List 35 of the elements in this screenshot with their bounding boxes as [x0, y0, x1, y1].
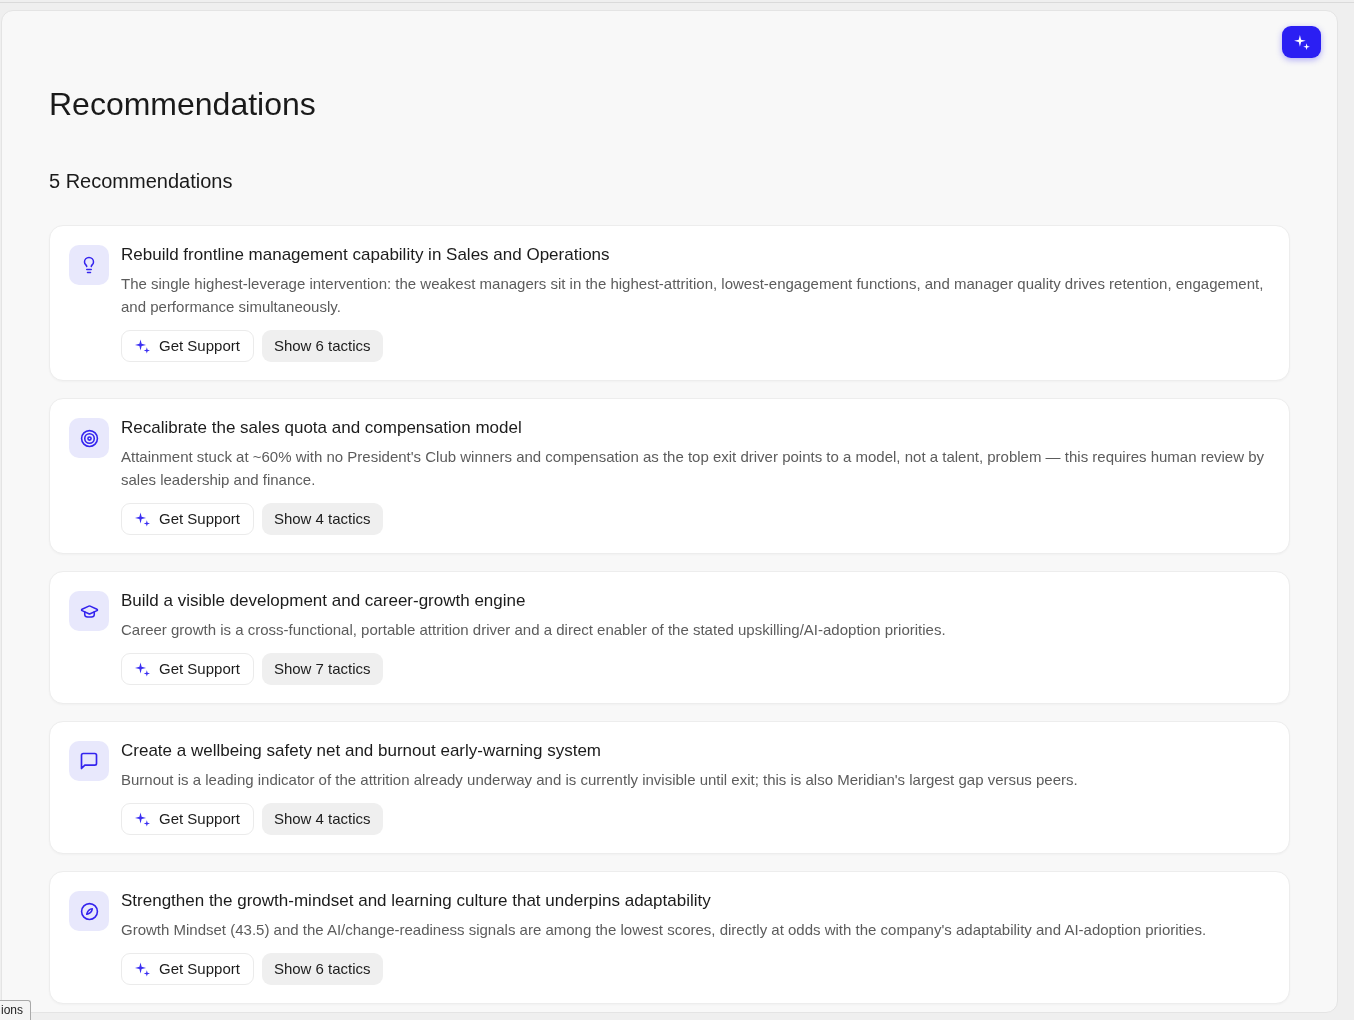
get-support-button[interactable]: Get Support: [121, 503, 254, 535]
recommendation-title: Create a wellbeing safety net and burnout early-warning system: [121, 740, 602, 762]
show-tactics-button[interactable]: Show 7 tactics: [261, 653, 383, 685]
target-icon: [69, 418, 109, 458]
sparkle-icon: [135, 961, 150, 977]
sparkle-icon: [135, 661, 150, 677]
graduation-cap-icon: [69, 591, 109, 631]
page-title: Recommendations: [49, 85, 316, 124]
get-support-button[interactable]: Get Support: [121, 803, 254, 835]
sparkle-icon: [1293, 34, 1310, 50]
recommendation-description: Career growth is a cross-functional, portable attrition driver and a direct enabler of the stated upskilling/AI-adoption priorities.: [121, 620, 946, 640]
recommendation-description: The single highest-leverage intervention: the weakest managers sit in the highest-attrition, lowest-engagement functions, and manager quality drives retention, engagement, and performance simultaneously.: [121, 274, 1265, 317]
show-tactics-button[interactable]: Show 4 tactics: [261, 803, 383, 835]
recommendation-title: Strengthen the growth-mindset and learning culture that underpins adaptability: [121, 890, 711, 912]
get-support-button[interactable]: Get Support: [121, 653, 254, 685]
show-tactics-button[interactable]: Show 4 tactics: [261, 503, 383, 535]
bottom-tab[interactable]: ions: [0, 1000, 31, 1020]
recommendation-title: Build a visible development and career-growth engine: [121, 590, 526, 612]
message-icon: [69, 741, 109, 781]
recommendation-title: Rebuild frontline management capability in Sales and Operations: [121, 244, 610, 266]
recommendation-description: Burnout is a leading indicator of the attrition already underway and is currently invisible until exit; this is also Meridian's largest gap versus peers.: [121, 770, 1078, 790]
lightbulb-icon: [69, 245, 109, 285]
recommendations-count: 5 Recommendations: [49, 169, 233, 194]
recommendation-description: Growth Mindset (43.5) and the AI/change-readiness signals are among the lowest scores, directly at odds with the company's adaptability and AI-adoption priorities.: [121, 920, 1207, 940]
get-support-button[interactable]: Get Support: [121, 953, 254, 985]
get-support-button[interactable]: Get Support: [121, 330, 254, 362]
sparkle-icon: [135, 811, 150, 827]
show-tactics-button[interactable]: Show 6 tactics: [261, 330, 383, 362]
sparkle-icon: [135, 511, 150, 527]
sparkle-button[interactable]: [1282, 26, 1321, 58]
recommendation-description: Attainment stuck at ~60% with no President's Club winners and compensation as the top exit driver points to a model, not a talent, problem — this requires human review by sales leadership and finance.: [121, 447, 1266, 490]
recommendation-title: Recalibrate the sales quota and compensation model: [121, 417, 522, 439]
sparkle-icon: [135, 338, 150, 354]
compass-icon: [69, 891, 109, 931]
show-tactics-button[interactable]: Show 6 tactics: [261, 953, 383, 985]
